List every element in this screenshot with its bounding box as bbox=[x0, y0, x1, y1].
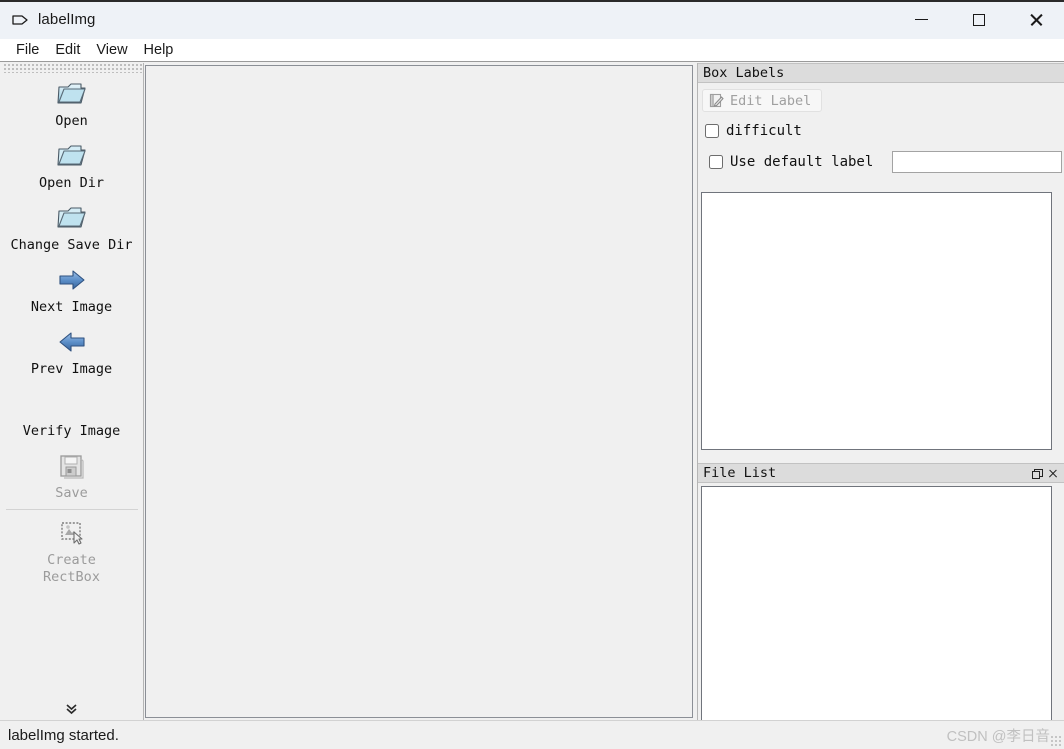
open-folder-icon bbox=[52, 76, 92, 112]
toolbar-label-next-image: Next Image bbox=[30, 299, 113, 315]
menu-help[interactable]: Help bbox=[136, 40, 182, 61]
edit-label-button-text: Edit Label bbox=[730, 92, 812, 109]
menu-file[interactable]: File bbox=[8, 40, 47, 61]
window-title: labelImg bbox=[38, 11, 96, 28]
box-labels-title-text: Box Labels bbox=[703, 65, 785, 81]
toolbar-drag-handle[interactable] bbox=[1, 64, 142, 73]
tag-icon bbox=[12, 14, 28, 25]
file-list-float-button[interactable] bbox=[1028, 465, 1044, 481]
maximize-button[interactable] bbox=[950, 0, 1007, 39]
chevron-double-down-icon[interactable] bbox=[0, 698, 144, 720]
minimize-button[interactable] bbox=[893, 0, 950, 39]
edit-pencil-icon bbox=[709, 93, 724, 108]
toolbar-label-open-dir: Open Dir bbox=[38, 175, 105, 191]
menu-bar: File Edit View Help bbox=[0, 39, 1064, 62]
toolbar-item-open[interactable]: Open bbox=[0, 73, 144, 135]
window-controls bbox=[893, 0, 1064, 39]
resize-grip[interactable] bbox=[1050, 735, 1061, 746]
open-folder-icon bbox=[52, 200, 92, 236]
blank-icon bbox=[52, 386, 92, 422]
right-dock: Box Labels Edit Label difficult Use defa… bbox=[697, 63, 1064, 729]
canvas-wrapper bbox=[145, 63, 695, 720]
status-bar: labelImg started. CSDN @李日音 bbox=[0, 720, 1064, 749]
image-canvas[interactable] bbox=[145, 65, 693, 718]
file-list[interactable] bbox=[701, 486, 1052, 729]
left-toolbar: Open Open Dir Change Save Dir Next Image… bbox=[0, 63, 144, 720]
file-list-dock: File List bbox=[698, 463, 1064, 729]
toolbar-item-prev-image[interactable]: Prev Image bbox=[0, 321, 144, 383]
labelimg-window: labelImg File Edit View Help Open Open D… bbox=[0, 0, 1064, 749]
float-icon bbox=[1031, 468, 1043, 479]
floppy-disk-icon bbox=[52, 448, 92, 484]
toolbar-label-verify-image: Verify Image bbox=[22, 423, 121, 439]
maximize-icon bbox=[972, 13, 985, 26]
menu-view[interactable]: View bbox=[88, 40, 135, 61]
use-default-label-checkbox[interactable] bbox=[709, 155, 723, 169]
box-labels-dock-title: Box Labels bbox=[698, 63, 1064, 83]
title-bar-left: labelImg bbox=[0, 11, 893, 29]
edit-label-row: Edit Label bbox=[698, 83, 1064, 113]
file-list-title-text: File List bbox=[703, 465, 777, 481]
toolbar-item-next-image[interactable]: Next Image bbox=[0, 259, 144, 321]
close-icon bbox=[1029, 13, 1043, 27]
menu-edit[interactable]: Edit bbox=[47, 40, 88, 61]
toolbar-item-create-rectbox[interactable]: Create RectBox bbox=[0, 512, 144, 591]
close-icon bbox=[1048, 469, 1057, 478]
toolbar-item-verify-image[interactable]: Verify Image bbox=[0, 383, 144, 445]
arrow-right-icon bbox=[52, 262, 92, 298]
arrow-left-icon bbox=[52, 324, 92, 360]
toolbar-item-change-save-dir[interactable]: Change Save Dir bbox=[0, 197, 144, 259]
toolbar-label-create-rectbox: Create RectBox bbox=[43, 552, 100, 585]
title-bar: labelImg bbox=[0, 0, 1064, 39]
toolbar-label-save: Save bbox=[55, 485, 88, 501]
toolbar-label-open: Open bbox=[55, 113, 88, 129]
toolbar-item-open-dir[interactable]: Open Dir bbox=[0, 135, 144, 197]
difficult-checkbox[interactable] bbox=[705, 124, 719, 138]
minimize-icon bbox=[915, 18, 928, 21]
status-message: labelImg started. bbox=[8, 726, 119, 744]
file-list-close-button[interactable] bbox=[1044, 465, 1060, 481]
difficult-label: difficult bbox=[726, 123, 802, 139]
edit-label-button[interactable]: Edit Label bbox=[702, 89, 823, 112]
toolbar-item-save[interactable]: Save bbox=[0, 445, 144, 507]
toolbar-separator bbox=[5, 509, 138, 510]
file-list-dock-title: File List bbox=[698, 463, 1064, 483]
close-button[interactable] bbox=[1007, 0, 1064, 39]
create-rectbox-icon bbox=[52, 515, 92, 551]
window-top-edge bbox=[0, 0, 1064, 2]
toolbar-label-prev-image: Prev Image bbox=[30, 361, 113, 377]
open-folder-icon bbox=[52, 138, 92, 174]
difficult-row: difficult bbox=[698, 113, 1064, 139]
default-label-input[interactable] bbox=[892, 151, 1063, 173]
toolbar-label-change-save-dir: Change Save Dir bbox=[10, 237, 133, 253]
watermark-text: CSDN @李日音 bbox=[946, 728, 1050, 745]
use-default-label-row: Use default label bbox=[698, 139, 1064, 173]
use-default-label-text: Use default label bbox=[730, 154, 874, 170]
box-labels-list[interactable] bbox=[701, 192, 1052, 450]
